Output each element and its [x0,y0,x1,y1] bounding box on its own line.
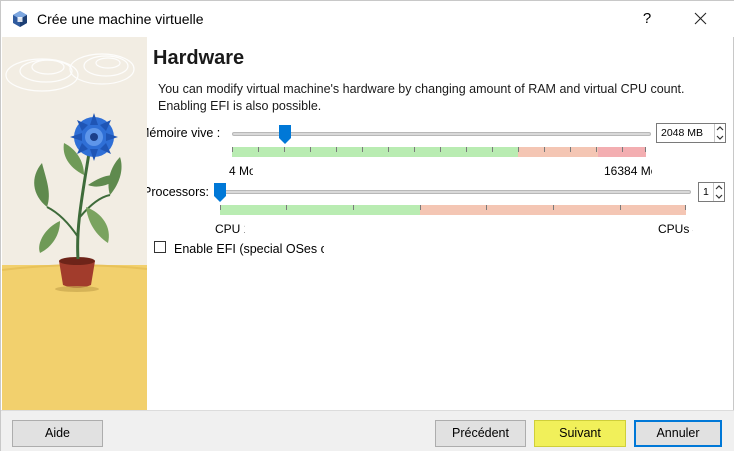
chevron-up-icon[interactable] [715,124,725,133]
cpu-max-label: CPUs 4 [658,222,693,236]
ram-scale-tick [570,147,571,152]
cpu-scale-tick [353,205,354,210]
ram-scale-tick [258,147,259,152]
ram-scale-tick [232,147,233,152]
ram-ok-zone [232,147,518,157]
close-icon[interactable] [677,1,723,37]
page-title: Hardware [153,47,245,69]
ram-scale-tick [645,147,646,152]
ram-label-text: Mémoire vive : [147,126,221,140]
help-button[interactable]: Aide [12,420,103,447]
ram-scale-tick [466,147,467,152]
ram-scale-tick [440,147,441,152]
cpu-slider-handle[interactable] [214,183,226,202]
ram-spinbox[interactable]: 2048 MB [656,123,726,143]
ram-slider-track[interactable] [232,132,651,136]
wizard-illustration [2,37,147,410]
window-title: Crée une machine virtuelle [37,11,204,27]
cpu-label-text: Processors: [147,185,209,199]
ram-scale-tick [492,147,493,152]
ram-max-label: 16384 Mo [604,164,652,178]
ram-scale-tick [336,147,337,152]
next-button[interactable]: Suivant [534,420,626,447]
chevron-down-icon[interactable] [714,192,724,201]
ram-spin-arrows [714,124,725,142]
page-description: You can modify virtual machine's hardwar… [158,82,685,113]
ram-scale-tick [284,147,285,152]
cpu-min-label: CPU 1 [215,222,245,236]
ram-scale-tick [544,147,545,152]
create-vm-dialog: Crée une machine virtuelle ? Hardware Yo… [0,0,734,451]
efi-checkbox[interactable] [154,241,166,253]
cpu-scale-tick [553,205,554,210]
chevron-down-icon[interactable] [715,133,725,142]
cpu-spin-arrows [713,183,724,201]
title-bar: Crée une machine virtuelle ? [1,1,734,37]
cpu-slider-track[interactable] [217,190,691,194]
cpu-ok-zone [220,205,420,215]
cancel-button[interactable]: Annuler [634,420,722,447]
ram-slider-handle[interactable] [279,125,291,144]
cpu-label: Processors: [147,185,211,199]
cpu-scale-tick [620,205,621,210]
button-bar: Aide Précédent Suivant Annuler [1,410,734,451]
help-title-button[interactable]: ? [627,1,667,37]
ram-scale-tick [596,147,597,152]
cpu-scale-tick [486,205,487,210]
cpu-scale-tick [685,205,686,210]
cpu-value: 1 [703,186,709,198]
chevron-up-icon[interactable] [714,183,724,192]
ram-scale-tick [518,147,519,152]
ram-scale-tick [362,147,363,152]
ram-warn-zone [518,147,598,157]
ram-scale-tick [622,147,623,152]
virtualbox-icon [13,11,27,27]
cpu-scale-tick [286,205,287,210]
cpu-scale-tick [420,205,421,210]
cpu-scale [220,205,686,215]
ram-label: Mémoire vive : [147,126,227,140]
ram-scale-tick [388,147,389,152]
ram-scale-tick [310,147,311,152]
ram-value: 2048 MB [661,127,704,139]
ram-scale [232,147,646,157]
cpu-spinbox[interactable]: 1 [698,182,725,202]
cpu-scale-tick [220,205,221,210]
previous-button[interactable]: Précédent [435,420,526,447]
ram-scale-tick [414,147,415,152]
ram-min-label: 4 Mo [229,164,253,178]
efi-label[interactable]: Enable EFI (special OSes only) [174,242,324,256]
